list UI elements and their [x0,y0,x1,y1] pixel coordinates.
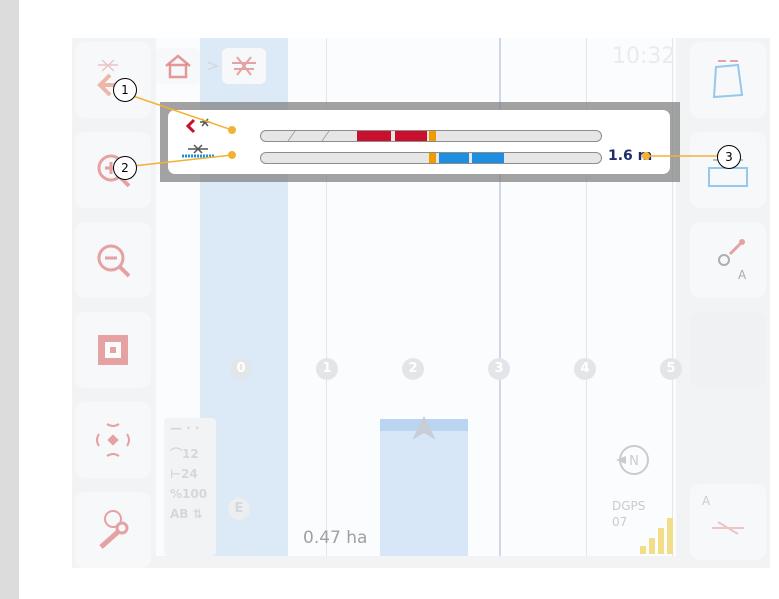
callout-dot [228,126,236,134]
callout-dot [642,152,650,160]
page-frame: 0 1 2 3 4 5 E > 10:32 A A 1.6 m — · · ⌒1… [19,0,779,599]
callout-dot [228,151,236,159]
callout-3: 3 [717,145,741,169]
callout-2: 2 [113,156,137,180]
callout-1: 1 [113,78,137,102]
